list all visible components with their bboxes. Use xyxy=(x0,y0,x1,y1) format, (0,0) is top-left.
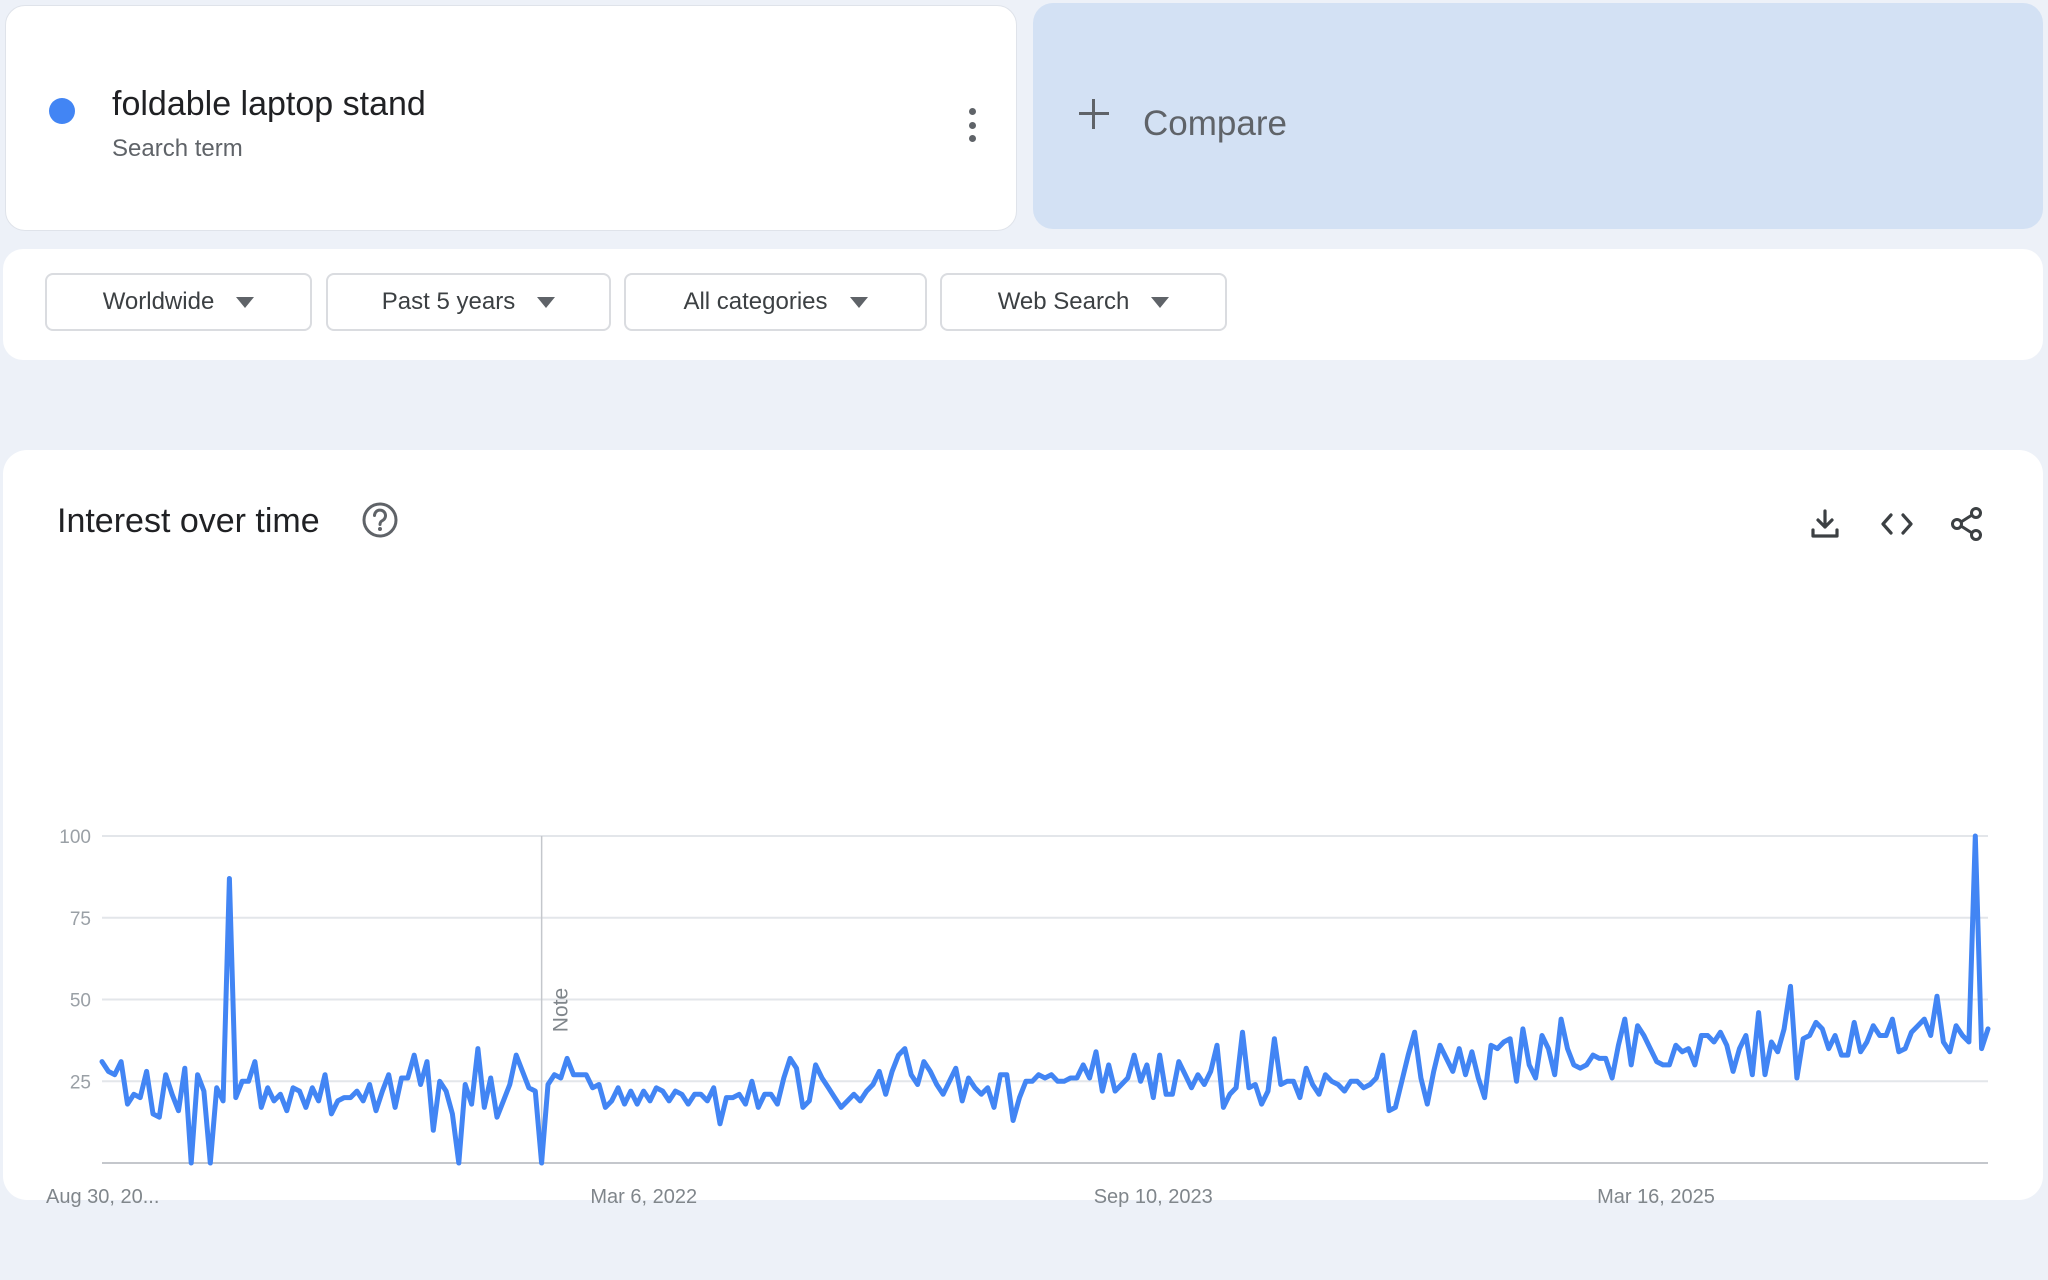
plus-icon xyxy=(1079,99,1109,129)
y-tick-label: 100 xyxy=(59,827,91,848)
section-title: Interest over time xyxy=(57,502,320,540)
filter-category[interactable]: All categories xyxy=(624,273,927,331)
y-tick-label: 75 xyxy=(70,909,91,930)
dropdown-arrow-icon xyxy=(236,296,255,308)
x-tick-label: Sep 10, 2023 xyxy=(1094,1186,1213,1208)
filter-bar: Worldwide Past 5 years All categories We… xyxy=(3,249,2043,360)
dropdown-arrow-icon xyxy=(537,296,556,308)
series-color-dot xyxy=(49,98,75,124)
interest-chart: 25 50 75 100 Note Aug 30, 20... Mar 6, 2022 Sep… xyxy=(46,827,1991,1208)
filter-location[interactable]: Worldwide xyxy=(45,273,312,331)
more-vert-icon[interactable] xyxy=(960,108,984,142)
dropdown-arrow-icon xyxy=(1151,296,1170,308)
compare-button[interactable]: Compare xyxy=(1033,3,2043,229)
search-term-card: foldable laptop stand Search term xyxy=(5,5,1017,231)
x-tick-label: Mar 6, 2022 xyxy=(590,1186,697,1208)
interest-over-time-card: Interest over time 25 50 75 100 Note Aug 30, … xyxy=(3,450,2043,1208)
search-term-type: Search term xyxy=(112,135,243,162)
filter-search-type[interactable]: Web Search xyxy=(940,273,1227,331)
filter-time-range-label: Past 5 years xyxy=(381,288,516,315)
compare-label: Compare xyxy=(1143,104,1287,143)
x-tick-label: Mar 16, 2025 xyxy=(1597,1186,1715,1208)
embed-code-icon[interactable] xyxy=(1879,506,1915,542)
x-tick-label: Aug 30, 20... xyxy=(46,1186,159,1208)
help-circle-icon[interactable] xyxy=(360,500,400,540)
note-marker-label: Note xyxy=(550,988,573,1032)
search-term-name: foldable laptop stand xyxy=(112,85,426,123)
download-icon[interactable] xyxy=(1807,506,1843,542)
filter-category-label: All categories xyxy=(683,288,828,315)
y-tick-label: 50 xyxy=(70,991,91,1012)
y-tick-label: 25 xyxy=(70,1072,91,1093)
share-icon[interactable] xyxy=(1949,506,1985,542)
dropdown-arrow-icon xyxy=(849,296,868,308)
filter-search-type-label: Web Search xyxy=(997,288,1130,315)
filter-location-label: Worldwide xyxy=(102,288,215,315)
filter-time-range[interactable]: Past 5 years xyxy=(326,273,611,331)
